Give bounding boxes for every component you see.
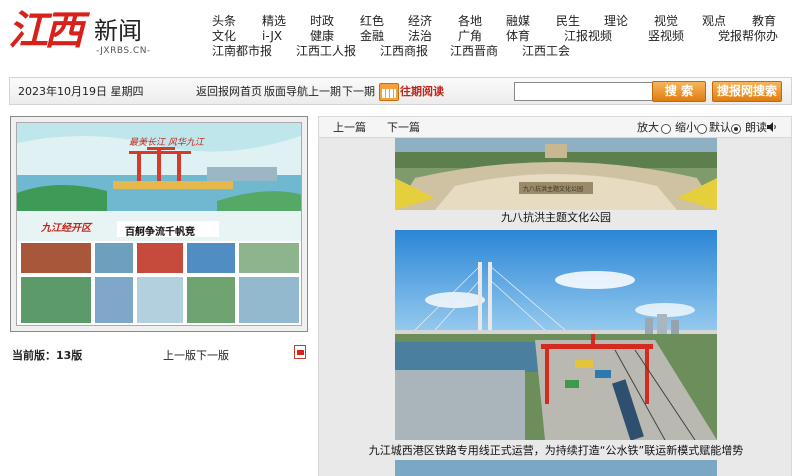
next-edition-link[interactable]: 下一版 [196,347,229,363]
nav-item-hongse[interactable]: 红色 [360,14,384,29]
nav-item-rongmei[interactable]: 融媒 [506,14,530,29]
logo-url: -JXRBS.CN- [96,46,151,56]
page-thumbnail-frame: 最美长江 风华九江 九江经开区 百舸争流千帆竞 [10,116,308,332]
thumb-section-title: 九江经开区 [41,223,91,234]
site-logo[interactable]: 江西 新闻 -JXRBS.CN- [6,4,176,66]
nav-item-gedi[interactable]: 各地 [458,14,482,29]
nav-item-shangbao[interactable]: 江西商报 [380,44,428,59]
nav-item-gonghui[interactable]: 江西工会 [522,44,570,59]
current-edition-label: 当前版：13版 [12,349,83,362]
main-nav: 头条 精选 时政 红色 经济 各地 融媒 民生 理论 视觉 观点 教育 文化 i… [204,14,800,59]
nav-item-shizheng[interactable]: 时政 [310,14,334,29]
history-read-link[interactable]: 往期阅读 [400,86,444,98]
nav-item-toutiao[interactable]: 头条 [212,14,236,29]
search-button[interactable]: 搜 索 [652,81,706,102]
nav-item-jinshang[interactable]: 江西晋商 [450,44,498,59]
stone-inscription: 九八抗洪主题文化公园 [523,186,584,193]
nav-row-3: 江南都市报 江西工人报 江西商报 江西晋商 江西工会 [204,44,800,59]
photo-memorial-park-image [395,138,717,210]
logo-black-text: 新闻 [94,17,142,45]
next-issue-link[interactable]: 下一期 [342,86,375,98]
article-content: 九八抗洪主题文化公园 九八抗洪主题文化公园 九江城西港区铁路专用线正式运营，为持… [318,138,792,476]
default-size-radio[interactable] [731,124,741,134]
nav-item-gongrenbao[interactable]: 江西工人报 [296,44,356,59]
site-search-button-label: 搜报网搜索 [716,84,777,98]
page-nav-link[interactable]: 版面导航 [264,86,308,98]
nav-item-jiankang[interactable]: 健康 [310,29,334,44]
zoom-in-label: 放大 [637,121,659,134]
next-article-link[interactable]: 下一篇 [387,122,420,134]
zoom-in-radio[interactable] [661,124,671,134]
calendar-icon[interactable] [379,83,399,101]
nav-item-help-desk[interactable]: 党报帮你办 [718,29,778,44]
nav-item-jiangbao-video[interactable]: 江报视频 [564,29,612,44]
nav-item-tiyu[interactable]: 体育 [506,29,530,44]
article-toolbar: 上一篇 下一篇 放大 缩小 默认 朗读 [318,116,792,138]
page-thumbnail[interactable]: 最美长江 风华九江 九江经开区 百舸争流千帆竞 [16,122,302,326]
home-link[interactable]: 返回报网首页 [196,86,262,98]
nav-item-vertical-video[interactable]: 竖视频 [648,29,684,44]
nav-item-lilun[interactable]: 理论 [604,14,628,29]
current-date: 2023年10月19日 星期四 [18,85,144,98]
caption-rail-terminal: 九江城西港区铁路专用线正式运营，为持续打造“公水铁”联运新模式赋能增势 [368,444,744,457]
nav-item-fazhi[interactable]: 法治 [408,29,432,44]
photo-rail-terminal-image [395,230,717,440]
logo-red-text: 江西 [8,7,84,54]
read-aloud-label[interactable]: 朗读 [745,122,767,134]
nav-item-ijx[interactable]: i-JX [262,29,282,44]
prev-issue-link[interactable]: 上一期 [308,86,341,98]
nav-item-jingji[interactable]: 经济 [408,14,432,29]
zoom-out-label: 缩小 [675,121,697,134]
default-size-label: 默认 [709,121,731,134]
nav-item-jinrong[interactable]: 金融 [360,29,384,44]
site-search-button[interactable]: 搜报网搜索 [712,81,782,102]
photo-memorial-park[interactable]: 九八抗洪主题文化公园 [395,138,717,210]
photo-next-partial[interactable] [395,460,717,476]
nav-row-1: 头条 精选 时政 红色 经济 各地 融媒 民生 理论 视觉 观点 教育 [204,14,800,29]
thumb-headline: 百舸争流千帆竞 [125,227,195,238]
nav-row-2: 文化 i-JX 健康 金融 法治 广角 体育 江报视频 竖视频 党报帮你办 [204,29,800,44]
prev-article-link[interactable]: 上一篇 [333,122,366,134]
zoom-out-radio[interactable] [697,124,707,134]
thumb-banner-text: 最美长江 风华九江 [129,138,204,148]
nav-item-jingxuan[interactable]: 精选 [262,14,286,29]
prev-edition-link[interactable]: 上一版 [163,347,196,363]
search-button-label: 搜 索 [664,84,694,98]
nav-item-jiaoyu[interactable]: 教育 [752,14,776,29]
photo-rail-terminal[interactable] [395,230,717,440]
nav-item-shijue[interactable]: 视觉 [654,14,678,29]
site-header: 江西 新闻 -JXRBS.CN- 头条 精选 时政 红色 经济 各地 融媒 民生… [0,0,800,72]
nav-item-jiangnan-dushibao[interactable]: 江南都市报 [212,44,272,59]
nav-item-wenhua[interactable]: 文化 [212,29,236,44]
pdf-download-icon[interactable] [294,345,306,359]
top-toolbar: 2023年10月19日 星期四 返回报网首页 版面导航 上一期 下一期 往期阅读… [9,77,792,105]
speaker-icon[interactable] [767,122,777,132]
nav-item-guandian[interactable]: 观点 [702,14,726,29]
nav-item-guangjiao[interactable]: 广角 [458,29,482,44]
nav-item-minsheng[interactable]: 民生 [556,14,580,29]
caption-memorial-park: 九八抗洪主题文化公园 [501,211,611,224]
search-input[interactable] [514,82,654,101]
